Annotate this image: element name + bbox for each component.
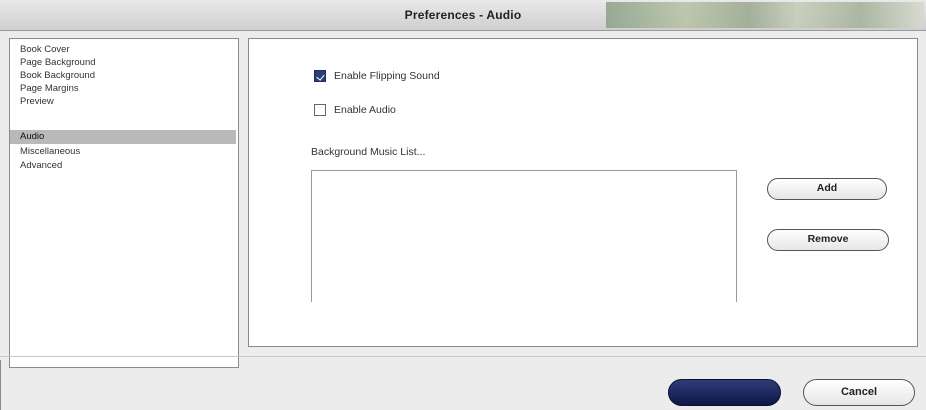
enable-audio-label: Enable Audio <box>334 104 396 116</box>
flipping-sound-checkbox[interactable] <box>314 70 326 82</box>
window-left-edge <box>0 360 1 410</box>
sidebar-item-page-margins[interactable]: Page Margins <box>10 82 236 96</box>
sidebar-item-preview[interactable]: Preview <box>10 95 236 109</box>
background-music-list-label: Background Music List... <box>311 146 426 158</box>
title-bar: Preferences - Audio <box>0 0 926 31</box>
sidebar-item-book-cover[interactable]: Book Cover <box>10 43 236 57</box>
enable-audio-option[interactable]: Enable Audio <box>314 102 396 118</box>
remove-button[interactable]: Remove <box>767 229 889 251</box>
ok-button[interactable] <box>668 379 781 406</box>
footer-divider <box>0 356 926 357</box>
flipping-sound-option[interactable]: Enable Flipping Sound <box>314 68 440 84</box>
sidebar-item-book-background[interactable]: Book Background <box>10 69 236 83</box>
flipping-sound-label: Enable Flipping Sound <box>334 70 440 82</box>
sidebar-item-miscellaneous[interactable]: Miscellaneous <box>10 145 236 159</box>
preferences-category-list[interactable]: Book Cover Page Background Book Backgrou… <box>9 38 239 368</box>
sidebar-item-audio[interactable]: Audio <box>10 130 236 144</box>
enable-audio-checkbox[interactable] <box>314 104 326 116</box>
sidebar-item-advanced[interactable]: Advanced <box>10 159 236 173</box>
window-title: Preferences - Audio <box>404 8 522 22</box>
background-music-list[interactable] <box>311 170 737 302</box>
cancel-button[interactable]: Cancel <box>803 379 915 406</box>
add-button[interactable]: Add <box>767 178 887 200</box>
sidebar-item-page-background[interactable]: Page Background <box>10 56 236 70</box>
